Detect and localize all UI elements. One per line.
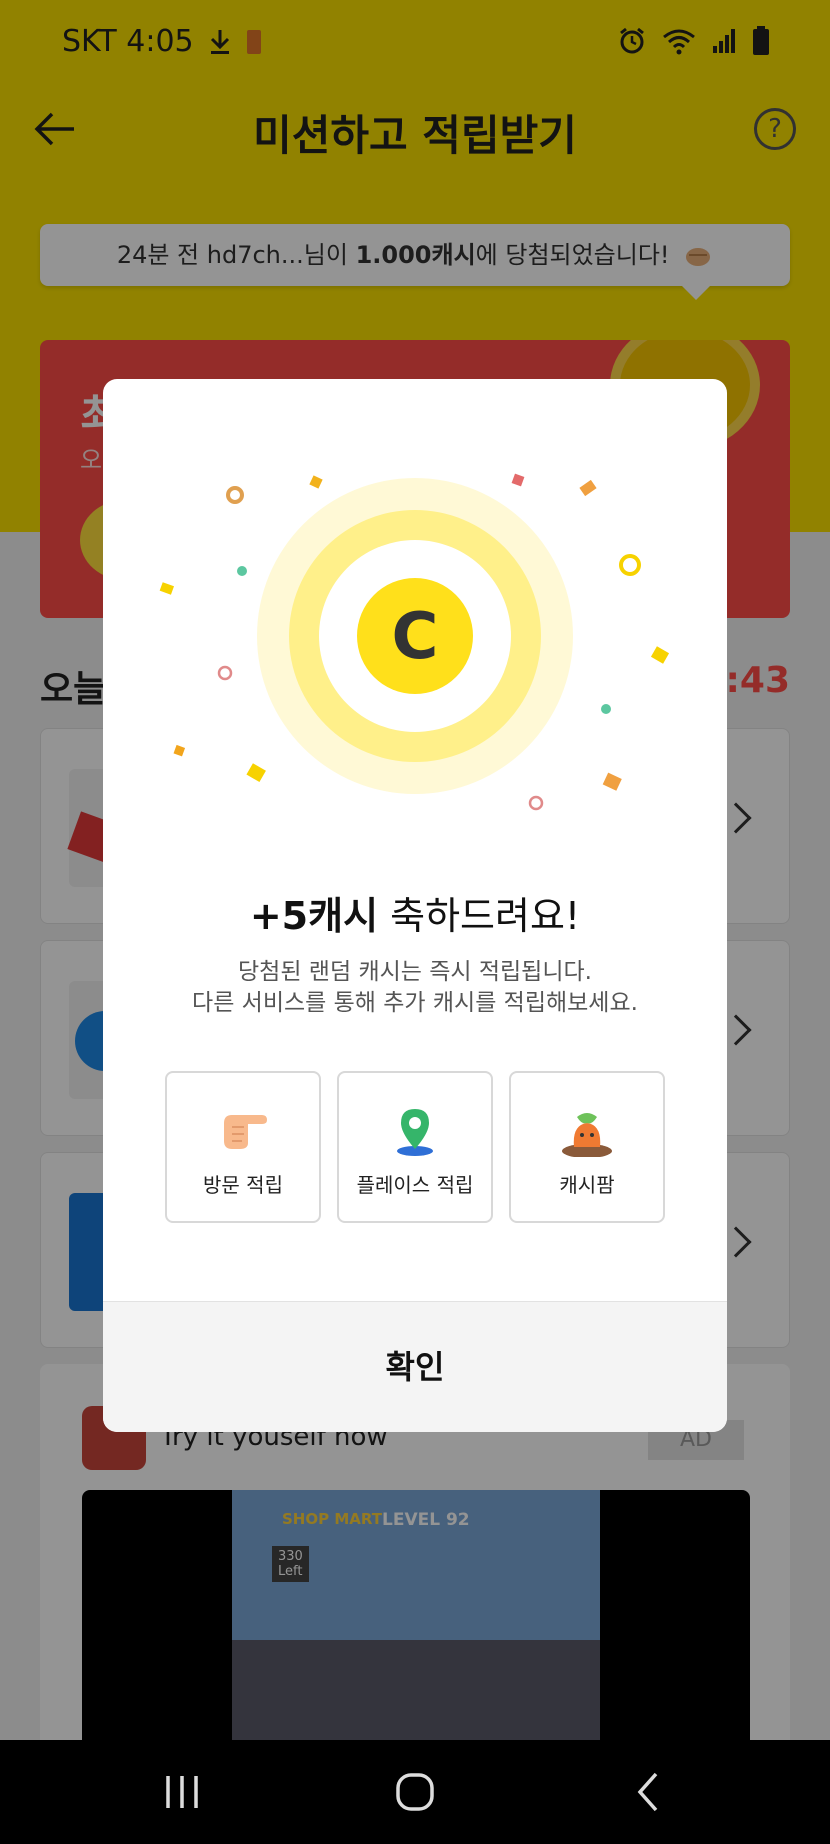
confirm-button[interactable]: 확인 [103, 1302, 727, 1432]
carrot-character-icon [562, 1113, 612, 1157]
system-navigation-bar [0, 1740, 830, 1844]
celebration-illustration: C [159, 473, 670, 811]
location-pin-icon [397, 1109, 433, 1156]
visit-reward-button[interactable]: 방문 적립 [165, 1071, 321, 1223]
cash-farm-button[interactable]: 캐시팜 [509, 1071, 665, 1223]
reward-description: 당첨된 랜덤 캐시는 즉시 적립됩니다. 다른 서비스를 통해 추가 캐시를 적… [192, 959, 638, 1016]
recent-apps-icon[interactable] [152, 1762, 212, 1822]
reward-dialog: C +5캐시 축하드려요! 당첨된 랜덤 캐시는 즉시 적립됩니다. 다른 서비… [103, 379, 727, 1432]
pointing-hand-icon [224, 1115, 267, 1149]
place-reward-button[interactable]: 플레이스 적립 [337, 1071, 493, 1223]
reward-title: +5캐시 축하드려요! [249, 894, 581, 938]
back-nav-icon[interactable] [618, 1762, 678, 1822]
dialog-footer: 확인 [103, 1301, 727, 1432]
home-icon[interactable] [385, 1762, 445, 1822]
svg-text:C: C [392, 600, 439, 674]
service-options: 방문 적립 플레이스 적립 캐시팜 [165, 1071, 665, 1225]
